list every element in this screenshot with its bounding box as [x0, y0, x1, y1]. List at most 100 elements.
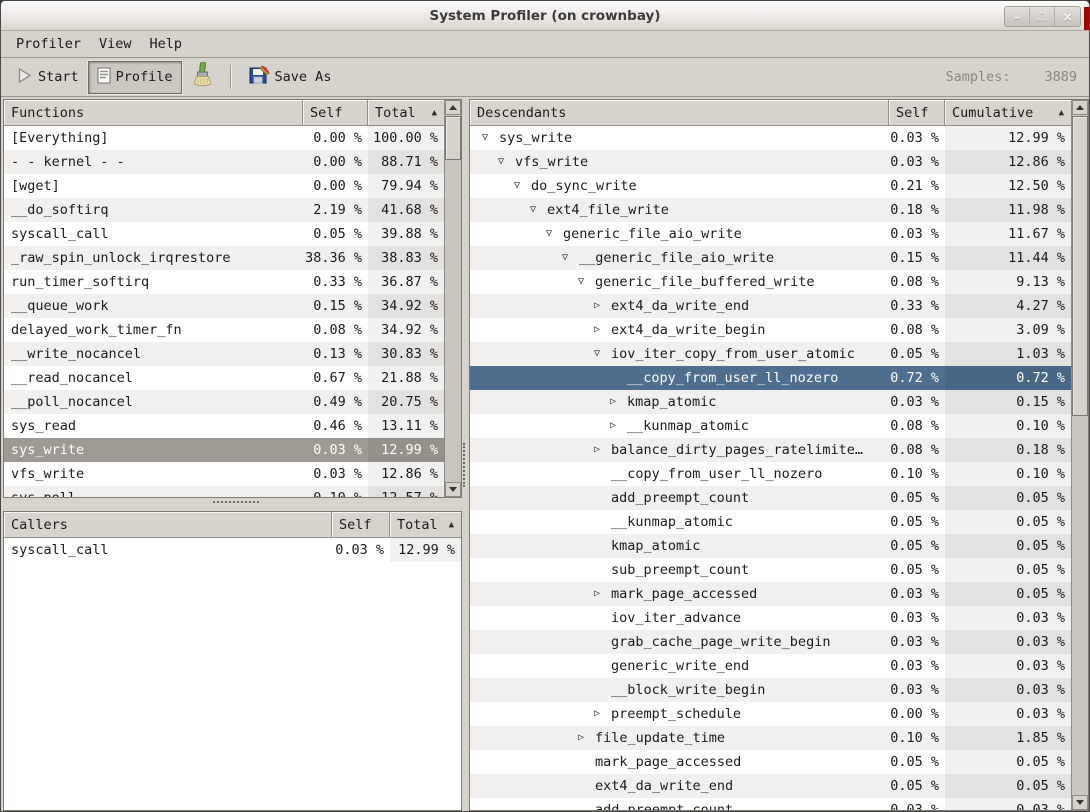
cell-cumulative: 0.03 %	[945, 678, 1071, 702]
tree-indent	[477, 162, 498, 163]
table-row[interactable]: syscall_call0.03 %12.99 %	[4, 538, 461, 562]
menu-help[interactable]: Help	[141, 33, 192, 55]
table-row[interactable]: ▽__generic_file_aio_write0.15 %11.44 %	[470, 246, 1071, 270]
total-column-header[interactable]: Total▲	[390, 512, 461, 538]
self-column-header[interactable]: Self	[332, 512, 390, 538]
self-column-header[interactable]: Self	[303, 100, 368, 126]
table-row[interactable]: add_preempt_count0.03 %0.03 %	[470, 798, 1071, 810]
scroll-up-button[interactable]	[445, 100, 461, 115]
expander-open-icon[interactable]: ▽	[578, 270, 595, 294]
callers-column-header[interactable]: Callers	[4, 512, 332, 538]
expander-open-icon[interactable]: ▽	[498, 150, 515, 174]
table-row[interactable]: kmap_atomic0.05 %0.05 %	[470, 534, 1071, 558]
total-column-header[interactable]: Total▲	[368, 100, 444, 126]
vertical-splitter-handle[interactable]	[463, 443, 467, 487]
table-row[interactable]: ▽ext4_file_write0.18 %11.98 %	[470, 198, 1071, 222]
expander-open-icon[interactable]: ▽	[562, 246, 579, 270]
table-row[interactable]: ▽vfs_write0.03 %12.86 %	[470, 150, 1071, 174]
cell-self: 0.08 %	[889, 318, 945, 342]
scroll-down-button[interactable]	[445, 482, 461, 497]
scroll-down-button[interactable]	[1072, 795, 1088, 810]
expander-open-icon[interactable]: ▽	[546, 222, 563, 246]
close-button[interactable]: ×	[1055, 7, 1080, 26]
minimize-button[interactable]: –	[1005, 7, 1030, 26]
maximize-button[interactable]: □	[1030, 7, 1055, 26]
profile-toggle-button[interactable]: Profile	[88, 61, 182, 94]
save-as-button[interactable]: Save As	[240, 59, 341, 95]
scrollbar-thumb[interactable]	[1072, 116, 1088, 416]
start-button[interactable]: Start	[7, 61, 88, 94]
expander-closed-icon[interactable]: ▷	[578, 726, 595, 750]
table-row[interactable]: ▷mark_page_accessed0.03 %0.05 %	[470, 582, 1071, 606]
table-row[interactable]: __queue_work0.15 %34.92 %	[4, 294, 444, 318]
table-row[interactable]: ▽generic_file_aio_write0.03 %11.67 %	[470, 222, 1071, 246]
table-row[interactable]: [Everything]0.00 %100.00 %	[4, 126, 444, 150]
expander-closed-icon[interactable]: ▷	[594, 438, 611, 462]
table-row[interactable]: ▷preempt_schedule0.00 %0.03 %	[470, 702, 1071, 726]
table-row[interactable]: __read_nocancel0.67 %21.88 %	[4, 366, 444, 390]
expander-open-icon[interactable]: ▽	[530, 198, 547, 222]
reset-button[interactable]	[182, 56, 222, 98]
table-row[interactable]: __kunmap_atomic0.05 %0.05 %	[470, 510, 1071, 534]
table-row[interactable]: vfs_write0.03 %12.86 %	[4, 462, 444, 486]
cumulative-column-header[interactable]: Cumulative▲	[945, 100, 1071, 126]
table-row[interactable]: _raw_spin_unlock_irqrestore38.36 %38.83 …	[4, 246, 444, 270]
table-row[interactable]: generic_write_end0.03 %0.03 %	[470, 654, 1071, 678]
functions-scrollbar[interactable]	[444, 100, 461, 497]
menu-view[interactable]: View	[90, 33, 141, 55]
expander-closed-icon[interactable]: ▷	[594, 294, 611, 318]
cell-function-name: syscall_call	[4, 222, 303, 246]
expander-closed-icon[interactable]: ▷	[594, 582, 611, 606]
tree-indent	[477, 570, 594, 571]
descendants-scrollbar[interactable]	[1071, 100, 1088, 810]
table-row[interactable]: - - kernel - -0.00 %88.71 %	[4, 150, 444, 174]
table-row[interactable]: mark_page_accessed0.05 %0.05 %	[470, 750, 1071, 774]
cell-total: 20.75 %	[368, 390, 444, 414]
table-row[interactable]: ▷kmap_atomic0.03 %0.15 %	[470, 390, 1071, 414]
table-row[interactable]: ▽generic_file_buffered_write0.08 %9.13 %	[470, 270, 1071, 294]
cell-function-name: ▽iov_iter_copy_from_user_atomic	[470, 342, 889, 366]
table-row[interactable]: grab_cache_page_write_begin0.03 %0.03 %	[470, 630, 1071, 654]
table-row[interactable]: __do_softirq2.19 %41.68 %	[4, 198, 444, 222]
cell-function-name: ▽__generic_file_aio_write	[470, 246, 889, 270]
table-row[interactable]: ▷ext4_da_write_begin0.08 %3.09 %	[470, 318, 1071, 342]
table-row[interactable]: ▷ext4_da_write_end0.33 %4.27 %	[470, 294, 1071, 318]
expander-open-icon[interactable]: ▽	[514, 174, 531, 198]
table-row[interactable]: ▷__kunmap_atomic0.08 %0.10 %	[470, 414, 1071, 438]
table-row[interactable]: ▽sys_write0.03 %12.99 %	[470, 126, 1071, 150]
table-row[interactable]: __poll_nocancel0.49 %20.75 %	[4, 390, 444, 414]
table-row[interactable]: ▷balance_dirty_pages_ratelimite…0.08 %0.…	[470, 438, 1071, 462]
scrollbar-thumb[interactable]	[445, 116, 461, 160]
horizontal-splitter-handle[interactable]	[213, 501, 259, 505]
table-row[interactable]: __copy_from_user_ll_nozero0.10 %0.10 %	[470, 462, 1071, 486]
table-row[interactable]: __copy_from_user_ll_nozero0.72 %0.72 %	[470, 366, 1071, 390]
expander-closed-icon[interactable]: ▷	[594, 318, 611, 342]
table-row[interactable]: ▽iov_iter_copy_from_user_atomic0.05 %1.0…	[470, 342, 1071, 366]
table-row[interactable]: iov_iter_advance0.03 %0.03 %	[470, 606, 1071, 630]
table-row[interactable]: sub_preempt_count0.05 %0.05 %	[470, 558, 1071, 582]
expander-closed-icon[interactable]: ▷	[610, 414, 627, 438]
table-row[interactable]: ▽do_sync_write0.21 %12.50 %	[470, 174, 1071, 198]
table-row[interactable]: __block_write_begin0.03 %0.03 %	[470, 678, 1071, 702]
table-row[interactable]: [wget]0.00 %79.94 %	[4, 174, 444, 198]
table-row[interactable]: sys_poll0.10 %12.57 %	[4, 486, 444, 497]
table-row[interactable]: sys_read0.46 %13.11 %	[4, 414, 444, 438]
self-column-header[interactable]: Self	[889, 100, 945, 126]
expander-open-icon[interactable]: ▽	[482, 126, 499, 150]
table-row[interactable]: ext4_da_write_end0.05 %0.05 %	[470, 774, 1071, 798]
titlebar[interactable]: System Profiler (on crownbay) – □ ×	[1, 1, 1089, 31]
table-row[interactable]: syscall_call0.05 %39.88 %	[4, 222, 444, 246]
table-row[interactable]: run_timer_softirq0.33 %36.87 %	[4, 270, 444, 294]
table-row[interactable]: __write_nocancel0.13 %30.83 %	[4, 342, 444, 366]
expander-closed-icon[interactable]: ▷	[610, 390, 627, 414]
table-row[interactable]: delayed_work_timer_fn0.08 %34.92 %	[4, 318, 444, 342]
scroll-up-button[interactable]	[1072, 100, 1088, 115]
table-row[interactable]: add_preempt_count0.05 %0.05 %	[470, 486, 1071, 510]
table-row[interactable]: ▷file_update_time0.10 %1.85 %	[470, 726, 1071, 750]
table-row[interactable]: sys_write0.03 %12.99 %	[4, 438, 444, 462]
descendants-column-header[interactable]: Descendants	[470, 100, 889, 126]
menu-profiler[interactable]: Profiler	[7, 33, 90, 55]
expander-open-icon[interactable]: ▽	[594, 342, 611, 366]
expander-closed-icon[interactable]: ▷	[594, 702, 611, 726]
functions-column-header[interactable]: Functions	[4, 100, 303, 126]
